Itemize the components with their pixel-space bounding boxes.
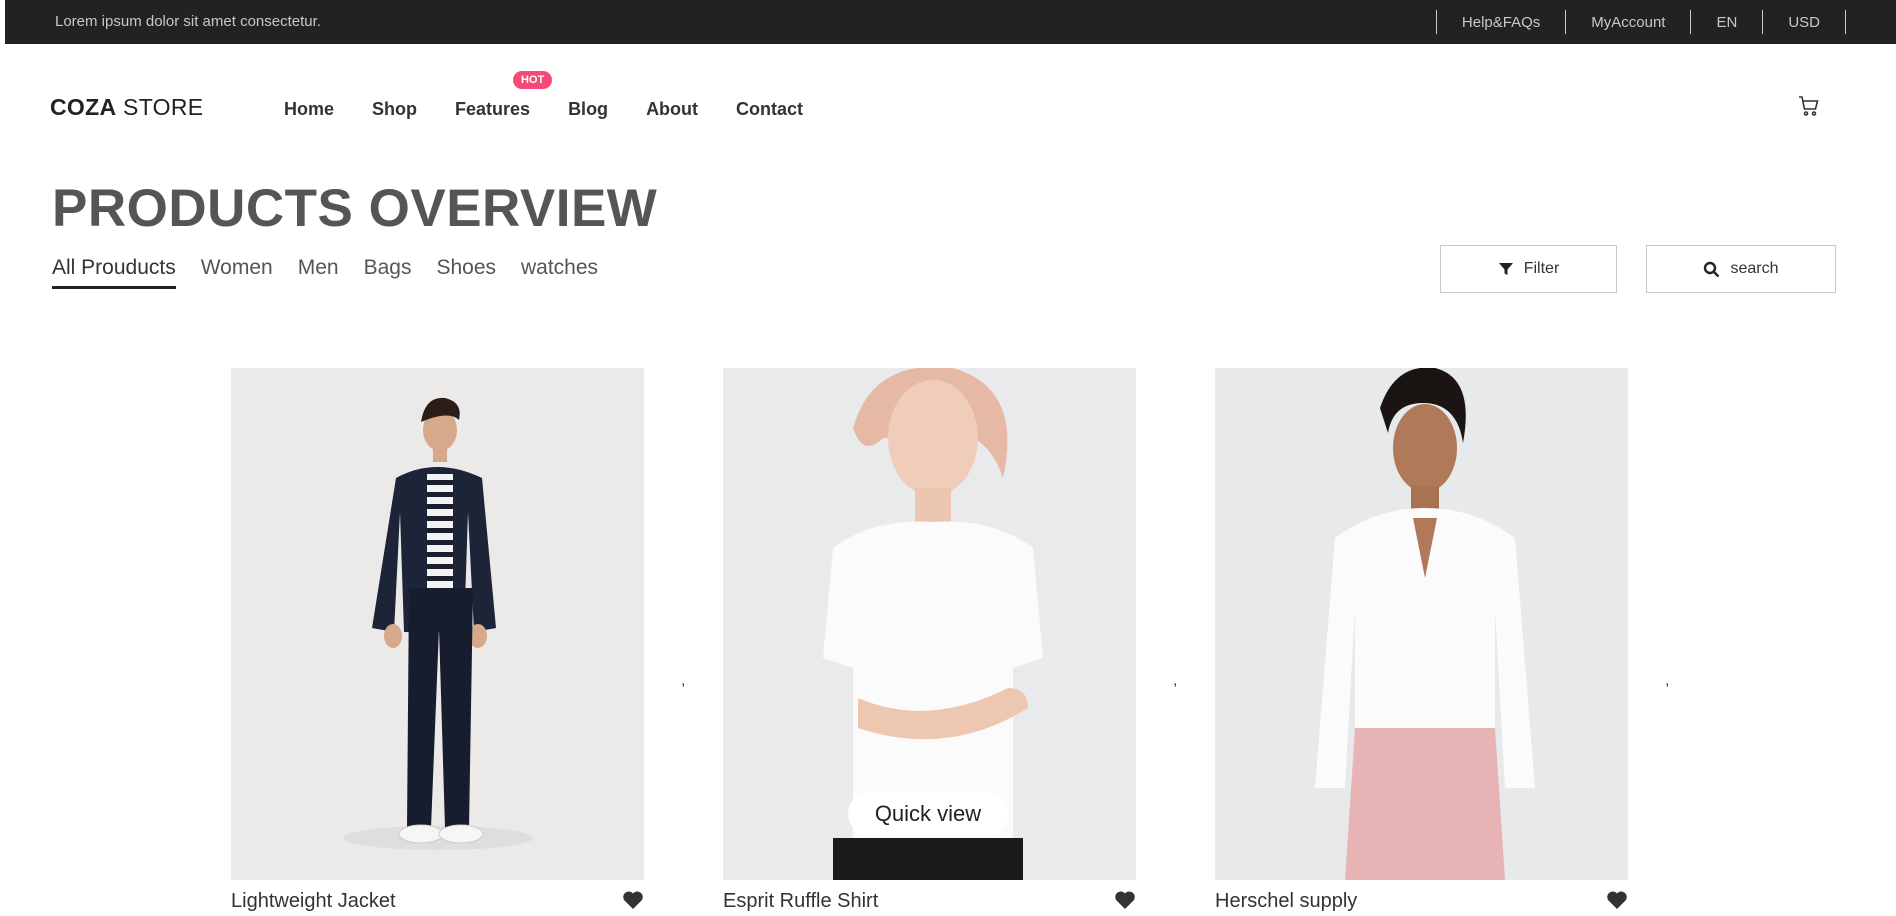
separator: , (1665, 672, 1670, 689)
main-header: COZA STORE Home Shop Features HOT Blog A… (0, 44, 1896, 174)
heart-icon[interactable] (1606, 890, 1628, 910)
product-image[interactable] (1215, 368, 1628, 880)
my-account-link[interactable]: MyAccount (1566, 14, 1690, 31)
filter-button[interactable]: Filter (1440, 245, 1617, 293)
heart-icon[interactable] (1114, 890, 1136, 910)
nav-blog[interactable]: Blog (568, 99, 608, 120)
product-card[interactable]: Herschel supply (1215, 368, 1628, 912)
language-link[interactable]: EN (1691, 14, 1762, 31)
search-label: search (1730, 260, 1779, 277)
product-image[interactable] (231, 368, 644, 880)
hot-badge: HOT (513, 71, 553, 89)
nav-shop[interactable]: Shop (372, 99, 417, 120)
nav-home[interactable]: Home (284, 99, 334, 120)
cart-icon[interactable] (1797, 94, 1821, 118)
product-photo-supply (1215, 368, 1628, 880)
divider (1845, 10, 1846, 34)
tab-all-products[interactable]: All Prouducts (52, 256, 176, 289)
tab-shoes[interactable]: Shoes (436, 256, 496, 289)
product-name[interactable]: Esprit Ruffle Shirt (723, 890, 878, 913)
quick-view-button[interactable]: Quick view (848, 792, 1008, 836)
help-faqs-link[interactable]: Help&FAQs (1437, 14, 1565, 31)
product-card[interactable]: Quick view Esprit Ruffle Shirt (723, 368, 1136, 912)
nav-contact[interactable]: Contact (736, 99, 803, 120)
search-button[interactable]: search (1646, 245, 1836, 293)
tab-watches[interactable]: watches (521, 256, 598, 289)
promo-text: Lorem ipsum dolor sit amet consectetur. (55, 13, 321, 30)
product-card[interactable]: Lightweight Jacket (231, 368, 644, 912)
tab-bags[interactable]: Bags (364, 256, 412, 289)
product-photo-jacket (231, 368, 644, 880)
tab-women[interactable]: Women (201, 256, 273, 289)
filter-icon (1498, 263, 1513, 275)
search-icon (1704, 261, 1720, 277)
top-links: Help&FAQs MyAccount EN USD (1435, 0, 1846, 44)
separator: , (681, 672, 686, 689)
separator: , (1173, 672, 1178, 689)
category-tabs: All Prouducts Women Men Bags Shoes watch… (52, 256, 623, 289)
product-name[interactable]: Herschel supply (1215, 890, 1357, 913)
nav-features[interactable]: Features HOT (455, 71, 553, 120)
top-bar: Lorem ipsum dolor sit amet consectetur. … (5, 0, 1896, 44)
filter-label: Filter (1523, 260, 1560, 277)
heart-icon[interactable] (622, 890, 644, 910)
product-name[interactable]: Lightweight Jacket (231, 890, 396, 913)
page-title: PRODUCTS OVERVIEW (52, 179, 658, 238)
nav-about[interactable]: About (646, 99, 698, 120)
nav-features-label: Features (455, 99, 531, 119)
currency-link[interactable]: USD (1763, 14, 1845, 31)
logo-bold: COZA (50, 94, 117, 120)
product-image[interactable]: Quick view (723, 368, 1136, 880)
logo[interactable]: COZA STORE (50, 94, 203, 121)
tab-men[interactable]: Men (298, 256, 339, 289)
logo-rest: STORE (116, 94, 204, 120)
main-nav: Home Shop Features HOT Blog About Contac… (284, 71, 841, 120)
